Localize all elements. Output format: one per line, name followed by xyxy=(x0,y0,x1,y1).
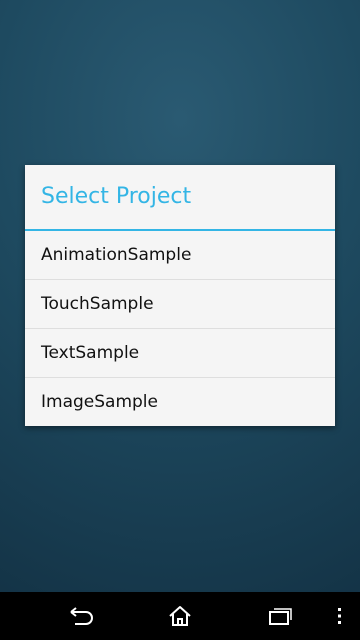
project-item-animationsample[interactable]: AnimationSample xyxy=(25,231,335,280)
back-icon xyxy=(70,607,93,625)
recents-button[interactable] xyxy=(250,592,310,640)
recents-icon xyxy=(269,608,292,625)
overflow-menu-button[interactable] xyxy=(326,592,354,640)
project-item-textsample[interactable]: TextSample xyxy=(25,329,335,378)
overflow-menu-icon xyxy=(338,608,341,624)
screen: Select Project AnimationSample TouchSamp… xyxy=(0,0,360,640)
dialog-title: Select Project xyxy=(41,184,192,209)
back-button[interactable] xyxy=(50,592,110,640)
project-item-touchsample[interactable]: TouchSample xyxy=(25,280,335,329)
home-button[interactable] xyxy=(150,592,210,640)
navigation-bar xyxy=(0,592,360,640)
select-project-dialog: Select Project AnimationSample TouchSamp… xyxy=(25,165,335,426)
project-list: AnimationSample TouchSample TextSample I… xyxy=(25,231,335,426)
home-icon xyxy=(169,606,191,626)
project-item-imagesample[interactable]: ImageSample xyxy=(25,378,335,426)
